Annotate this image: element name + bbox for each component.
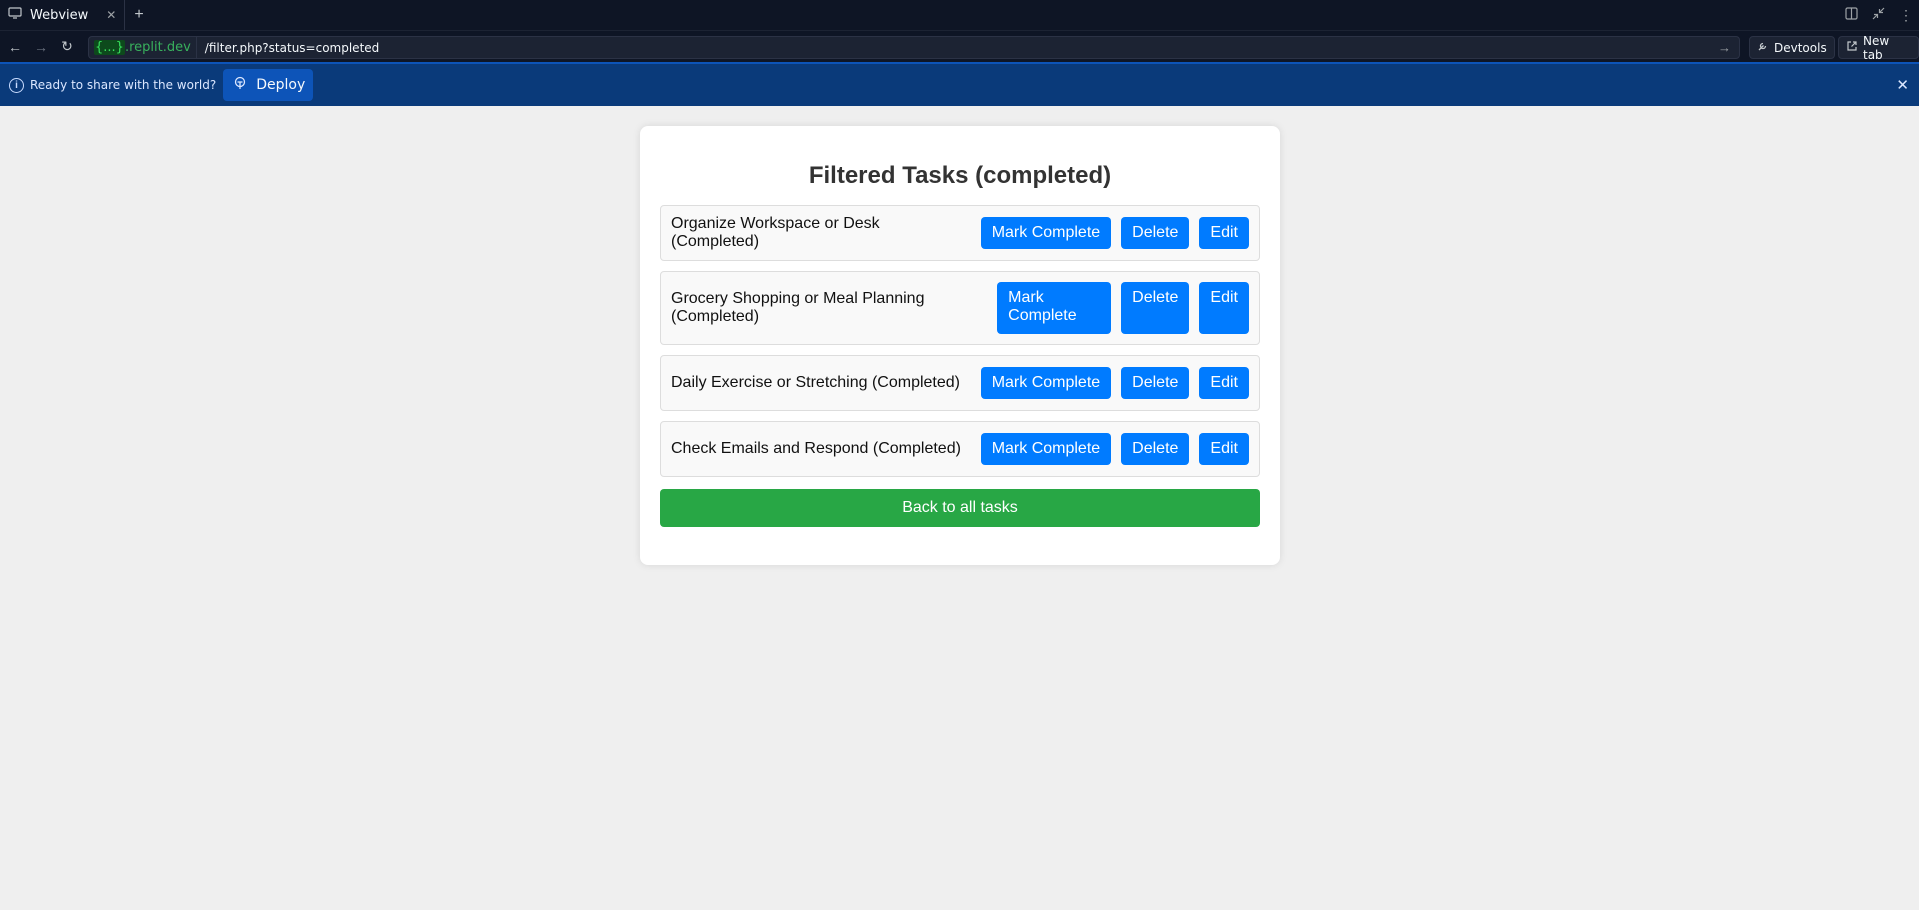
new-tab-label: New tab [1863,33,1890,62]
monitor-icon [8,6,22,24]
task-list: Organize Workspace or Desk (Completed) M… [660,205,1260,477]
back-to-all-tasks-button[interactable]: Back to all tasks [660,489,1260,527]
external-link-icon [1846,40,1858,55]
task-item: Grocery Shopping or Meal Planning (Compl… [660,271,1260,345]
delete-button[interactable]: Delete [1121,433,1190,465]
wrench-icon [1757,40,1769,55]
url-path[interactable]: /filter.php?status=completed [205,41,1718,55]
delete-button[interactable]: Delete [1121,367,1190,399]
info-icon: i [9,77,24,93]
task-item: Check Emails and Respond (Completed) Mar… [660,421,1260,477]
url-domain: {...} .replit.dev [89,37,197,58]
edit-button[interactable]: Edit [1199,433,1249,465]
url-braces: {...} [94,40,125,55]
task-name: Daily Exercise or Stretching (Completed) [671,374,960,391]
forward-arrow-icon[interactable]: → [30,39,52,55]
deploy-button[interactable]: Deploy [223,69,314,101]
split-view-icon[interactable] [1845,7,1858,23]
new-tab-button[interactable]: New tab [1838,33,1919,62]
browser-tab-bar: Webview ✕ + ⋮ [0,0,1919,30]
tab-title: Webview [30,7,89,23]
mark-complete-button[interactable]: Mark Complete [980,433,1112,465]
tab-webview[interactable]: Webview ✕ [0,0,126,30]
task-name: Organize Workspace or Desk (Completed) [671,215,880,250]
plus-icon[interactable]: + [125,6,152,24]
mark-complete-button[interactable]: Mark Complete [980,217,1112,249]
minimize-icon[interactable] [1872,7,1885,23]
delete-button[interactable]: Delete [1121,282,1190,334]
mark-complete-button[interactable]: Mark Complete [980,367,1112,399]
deploy-label: Deploy [256,77,306,93]
task-name: Grocery Shopping or Meal Planning (Compl… [671,290,925,325]
mark-complete-button[interactable]: Mark Complete [997,282,1112,334]
edit-button[interactable]: Edit [1199,367,1249,399]
window-controls: ⋮ [1845,0,1913,30]
devtools-label: Devtools [1774,40,1827,55]
task-item: Daily Exercise or Stretching (Completed)… [660,355,1260,411]
edit-button[interactable]: Edit [1199,217,1249,249]
more-options-icon[interactable]: ⋮ [1899,7,1913,24]
reload-icon[interactable]: ↻ [56,38,78,55]
devtools-button[interactable]: Devtools [1749,36,1835,59]
deploy-icon [233,76,247,94]
back-arrow-icon[interactable]: ← [4,39,26,55]
browser-address-bar: ← → ↻ {...} .replit.dev /filter.php?stat… [0,30,1919,62]
close-icon[interactable]: ✕ [106,8,116,22]
go-arrow-icon[interactable]: → [1718,40,1731,55]
url-field[interactable]: {...} .replit.dev /filter.php?status=com… [88,36,1740,59]
edit-button[interactable]: Edit [1199,282,1249,334]
delete-button[interactable]: Delete [1121,217,1190,249]
task-item: Organize Workspace or Desk (Completed) M… [660,205,1260,261]
banner-message: Ready to share with the world? [30,78,217,92]
close-banner-icon[interactable]: ✕ [1896,76,1909,94]
url-host: .replit.dev [124,40,191,55]
filtered-tasks-card: Filtered Tasks (completed) Organize Work… [640,126,1280,565]
task-name: Check Emails and Respond (Completed) [671,440,961,457]
page-title: Filtered Tasks (completed) [808,162,1112,189]
deploy-banner: i Ready to share with the world? Deploy … [0,62,1919,106]
